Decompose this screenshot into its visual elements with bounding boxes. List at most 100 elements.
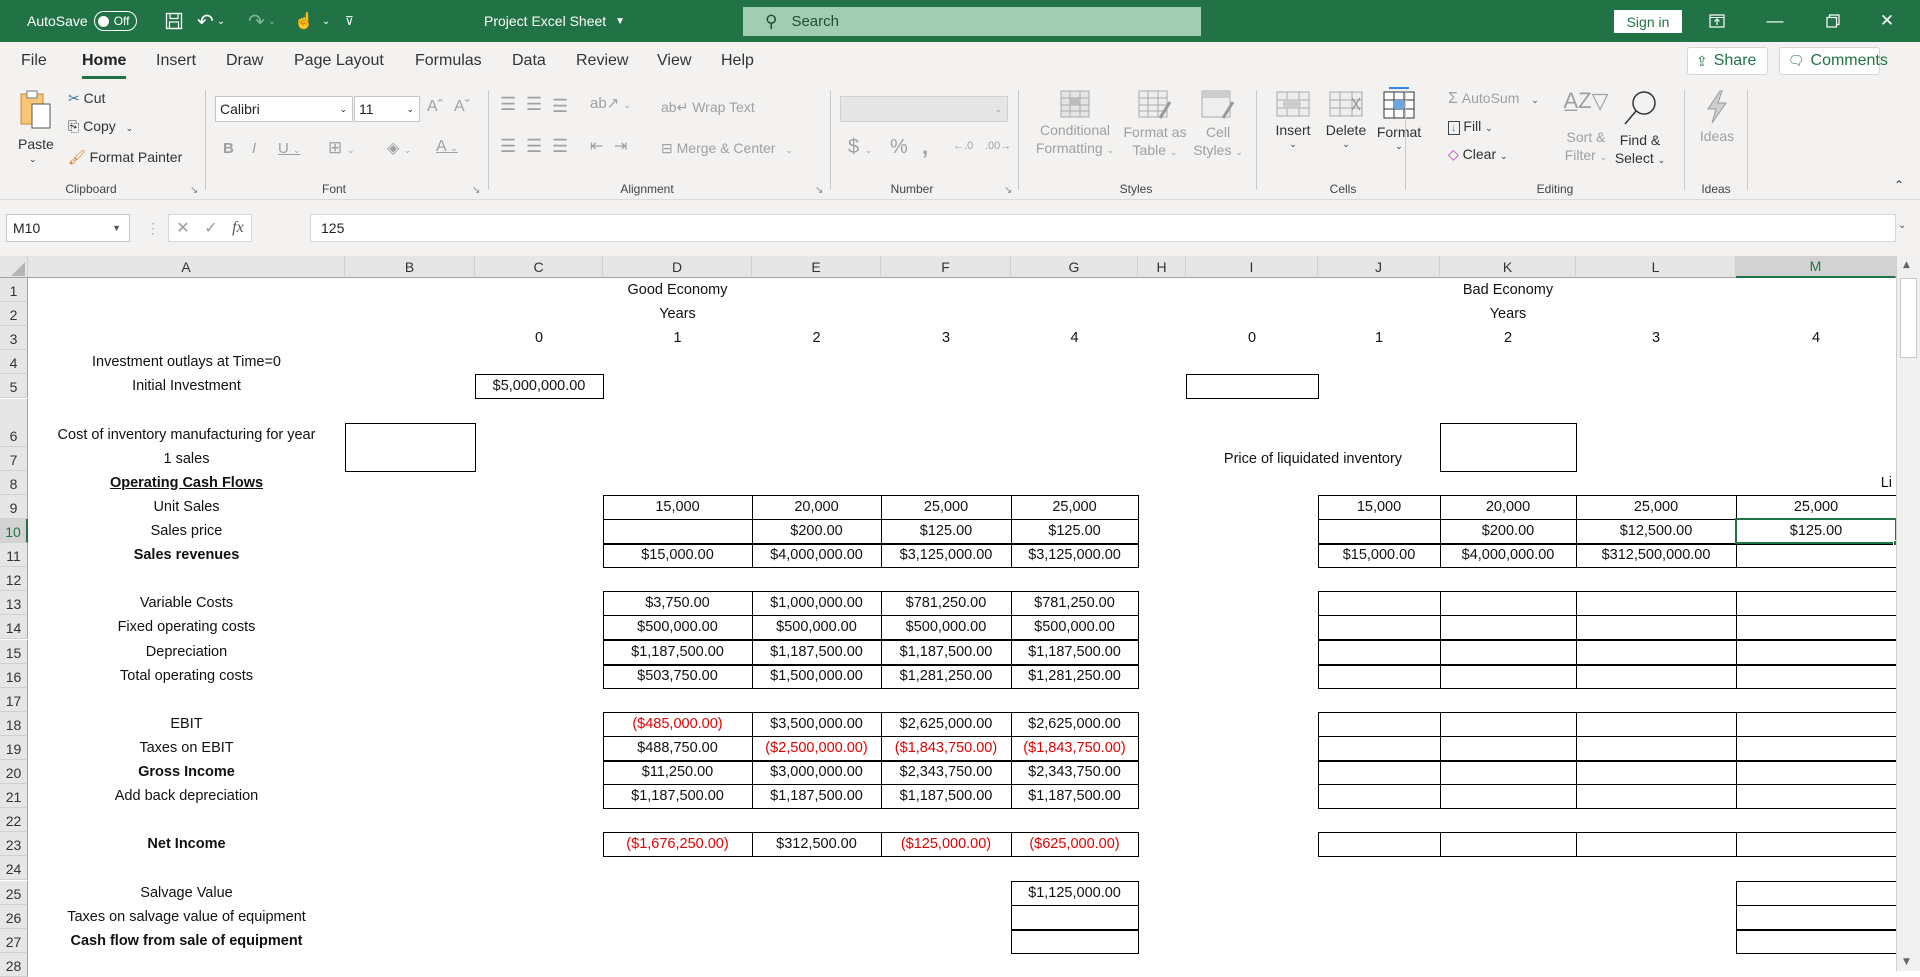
row-header-13[interactable]: 13 [0,591,28,616]
good-sales-revenues-cell[interactable]: $3,125,000.00 [1011,543,1138,567]
comments-button[interactable]: 🗨 Comments [1779,47,1888,75]
good-depreciation-cell[interactable]: $1,187,500.00 [1011,640,1138,664]
row-header-25[interactable]: 25 [0,880,28,905]
label-sales-revenues[interactable]: Sales revenues [28,543,345,567]
top-align-icon[interactable]: ☰ [500,94,516,115]
scroll-down-icon[interactable]: ▼ [1903,957,1910,967]
bad-economy-title[interactable]: Bad Economy [1440,278,1576,302]
row-header-23[interactable]: 23 [0,832,28,857]
row-header-19[interactable]: 19 [0,735,28,760]
good-unit-sales-cell[interactable]: 15,000 [603,495,752,519]
good-total-costs-cell[interactable]: $1,281,250.00 [881,664,1011,688]
bad-sales-revenues-cell[interactable]: $4,000,000.00 [1440,543,1576,567]
good-net-income-cell[interactable]: $312,500.00 [752,832,881,856]
clear-button[interactable]: ◇ Clear ⌄ [1448,146,1508,163]
column-header-b[interactable]: B [345,256,475,278]
column-header-k[interactable]: K [1440,256,1576,278]
collapse-ribbon-icon[interactable]: ⌃ [1894,178,1904,192]
find-select-button[interactable]: Find & Select ⌄ [1612,88,1668,180]
cancel-entry-icon[interactable]: ✕ [176,218,189,238]
bad-sales-price-cell[interactable] [1318,519,1440,543]
tab-insert[interactable]: Insert [156,52,196,70]
column-header-i[interactable]: I [1186,256,1318,278]
good-fixed-costs-cell[interactable]: $500,000.00 [603,615,752,639]
row-header-16[interactable]: 16 [0,663,28,688]
label-cf-sale-equipment[interactable]: Cash flow from sale of equipment [28,929,345,953]
good-sales-revenues-cell[interactable]: $15,000.00 [603,543,752,567]
customize-qat-icon[interactable]: ⊽ [345,0,354,42]
confirm-entry-icon[interactable]: ✓ [204,218,217,238]
tab-draw[interactable]: Draw [226,52,263,70]
good-gross-income-cell[interactable]: $2,343,750.00 [881,760,1011,784]
format-painter-button[interactable]: 🖌 Format Painter [68,149,182,166]
good-fixed-costs-cell[interactable]: $500,000.00 [881,615,1011,639]
align-left-icon[interactable]: ☰ [500,136,516,157]
tab-home[interactable]: Home [82,52,127,79]
font-name-combo[interactable]: Calibri ⌄ [215,96,353,122]
label-fixed-costs[interactable]: Fixed operating costs [28,615,345,639]
font-size-combo[interactable]: 11 ⌄ [354,96,420,122]
close-icon[interactable]: ✕ [1864,0,1910,42]
alignment-launcher-icon[interactable]: ↘ [815,185,823,196]
label-liquidated-cutoff[interactable]: Li [1876,471,1896,495]
initial-investment-value[interactable]: $5,000,000.00 [475,374,603,398]
touch-mode-icon[interactable]: ☝ ⌄ [294,0,330,42]
good-net-income-cell[interactable]: ($1,676,250.00) [603,832,752,856]
label-inventory-cost-line1[interactable]: Cost of inventory manufacturing for year [28,423,345,447]
insert-function-icon[interactable]: fx [232,219,244,237]
label-depreciation[interactable]: Depreciation [28,640,345,664]
copy-button[interactable]: ⎘ Copy ⌄ [68,118,133,135]
row-header-4[interactable]: 4 [0,350,28,375]
row-header-1[interactable]: 1 [0,278,28,303]
row-header-9[interactable]: 9 [0,494,28,519]
label-taxes-salvage[interactable]: Taxes on salvage value of equipment [28,905,345,929]
autosum-button[interactable]: Σ AutoSum ⌄ [1448,90,1539,108]
column-header-g[interactable]: G [1011,256,1138,278]
redo-icon[interactable]: ↷ ⌄ [248,0,276,42]
undo-icon[interactable]: ↶ ⌄ [197,0,225,42]
good-year-header[interactable]: 3 [881,326,1011,350]
decrease-decimal-icon[interactable]: .00→ [985,140,1011,152]
good-year-header[interactable]: 4 [1011,326,1138,350]
column-header-h[interactable]: H [1138,256,1186,278]
fill-button[interactable]: ↓ Fill ⌄ [1448,118,1493,135]
label-total-costs[interactable]: Total operating costs [28,664,345,688]
autosave[interactable]: AutoSave Off [27,0,137,42]
label-operating-cash-flows[interactable]: Operating Cash Flows [28,471,345,495]
orientation-icon[interactable]: ab↗ ⌄ [590,94,631,112]
currency-icon[interactable]: $ ⌄ [848,136,872,159]
increase-decimal-icon[interactable]: ←.0 [953,140,973,152]
fill-color-icon[interactable]: ◈ ⌄ [387,138,411,158]
bad-sales-price-cell[interactable]: $12,500.00 [1576,519,1736,543]
bad-sales-revenues-cell[interactable]: $312,500,000.00 [1576,543,1736,567]
row-header-17[interactable]: 17 [0,687,28,712]
good-sales-price-cell[interactable]: $200.00 [752,519,881,543]
align-center-icon[interactable]: ☰ [526,136,542,157]
format-as-table-button[interactable]: Format as Table ⌄ [1119,90,1191,180]
expand-formula-bar-icon[interactable]: ⌄ [1898,220,1906,231]
good-salvage-value-cell[interactable]: $1,125,000.00 [1011,881,1138,905]
good-sales-price-cell[interactable]: $125.00 [881,519,1011,543]
select-all-corner[interactable] [0,256,28,278]
ideas-button[interactable]: Ideas [1697,90,1737,180]
good-taxes-ebit-cell[interactable]: ($1,843,750.00) [1011,736,1138,760]
row-header-27[interactable]: 27 [0,928,28,953]
row-header-20[interactable]: 20 [0,760,28,785]
label-ebit[interactable]: EBIT [28,712,345,736]
document-title[interactable]: Project Excel Sheet ▼ [484,0,625,42]
increase-indent-icon[interactable]: ⇥ [614,136,627,156]
bad-year-header[interactable]: 1 [1318,326,1440,350]
row-header-15[interactable]: 15 [0,639,28,664]
merge-center-button[interactable]: ⊟ Merge & Center ⌄ [661,140,793,157]
restore-icon[interactable] [1810,0,1856,42]
good-unit-sales-cell[interactable]: 25,000 [1011,495,1138,519]
row-header-3[interactable]: 3 [0,326,28,351]
good-gross-income-cell[interactable]: $3,000,000.00 [752,760,881,784]
bad-years-label[interactable]: Years [1440,302,1576,326]
column-header-d[interactable]: D [603,256,752,278]
good-gross-income-cell[interactable]: $2,343,750.00 [1011,760,1138,784]
increase-font-icon[interactable]: Aˆ [427,98,443,116]
label-inventory-cost-line2[interactable]: 1 sales [28,447,345,471]
bad-year-header[interactable]: 4 [1736,326,1896,350]
label-sales-price[interactable]: Sales price [28,519,345,543]
